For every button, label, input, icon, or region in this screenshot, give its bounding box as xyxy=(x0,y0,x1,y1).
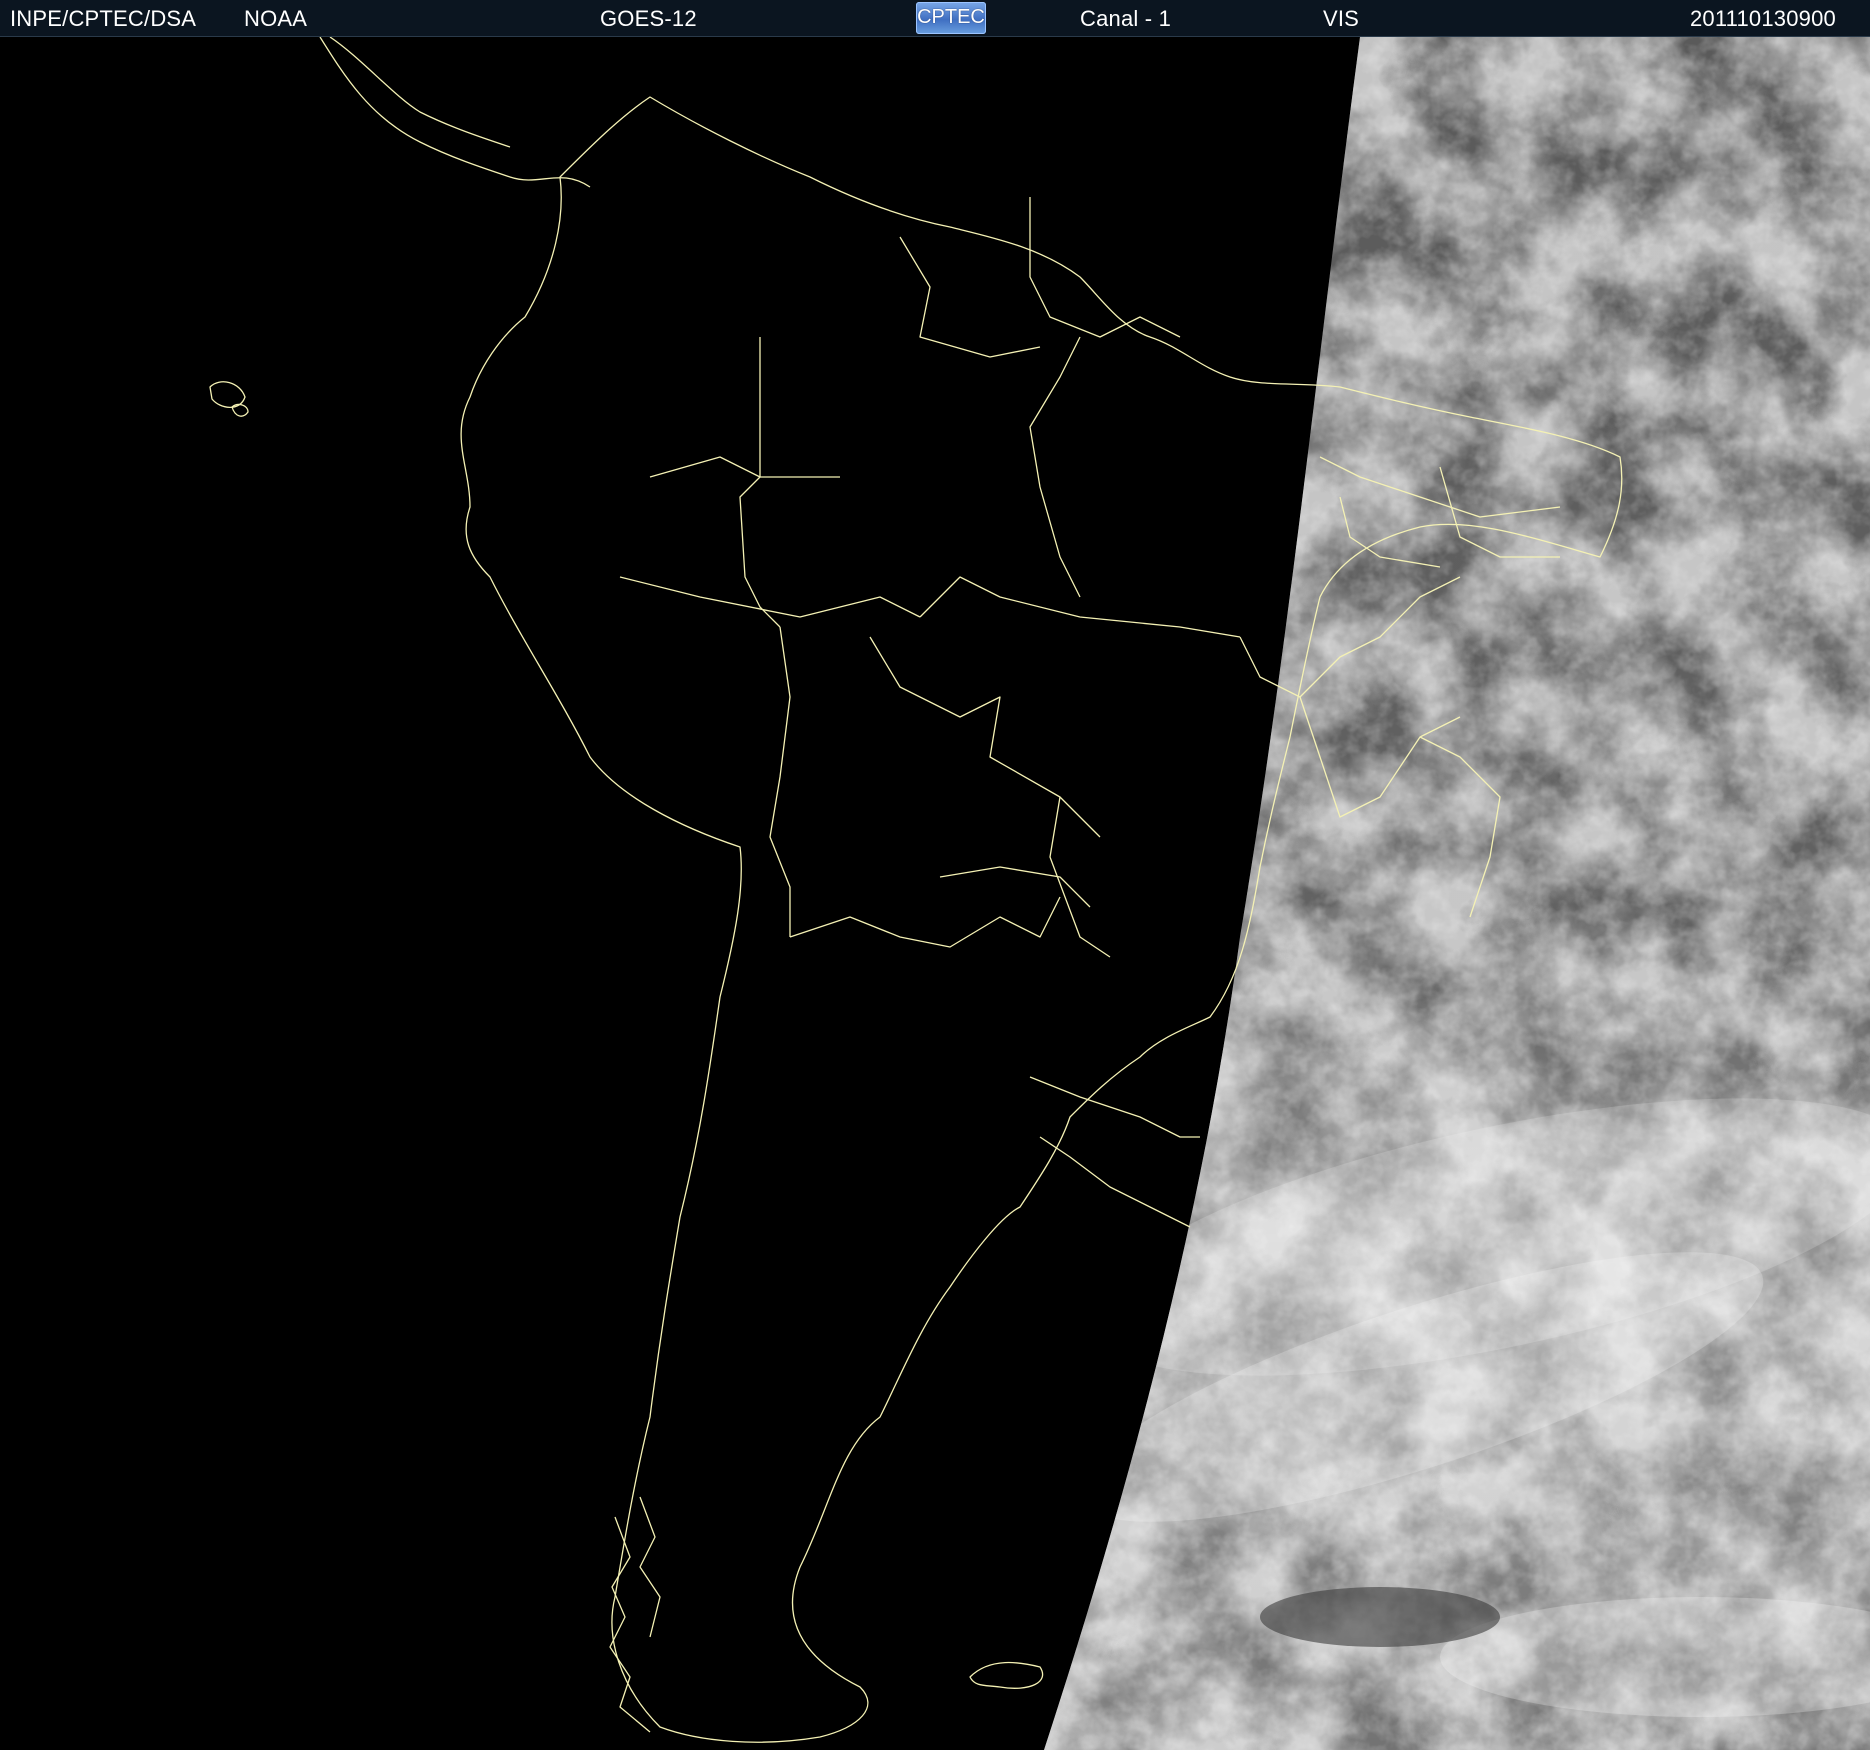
org-label: INPE/CPTEC/DSA xyxy=(10,6,197,31)
cptec-logo: CPTEC xyxy=(916,2,986,34)
timestamp-label: 201110130900 xyxy=(1690,6,1836,31)
image-header: INPE/CPTEC/DSA NOAA GOES-12 CPTEC Canal … xyxy=(0,0,1870,37)
agency-label: NOAA xyxy=(244,6,308,31)
band-label: VIS xyxy=(1323,6,1360,31)
satellite-label: GOES-12 xyxy=(600,6,697,31)
channel-label: Canal - 1 xyxy=(1080,6,1172,31)
satellite-image xyxy=(0,37,1870,1750)
